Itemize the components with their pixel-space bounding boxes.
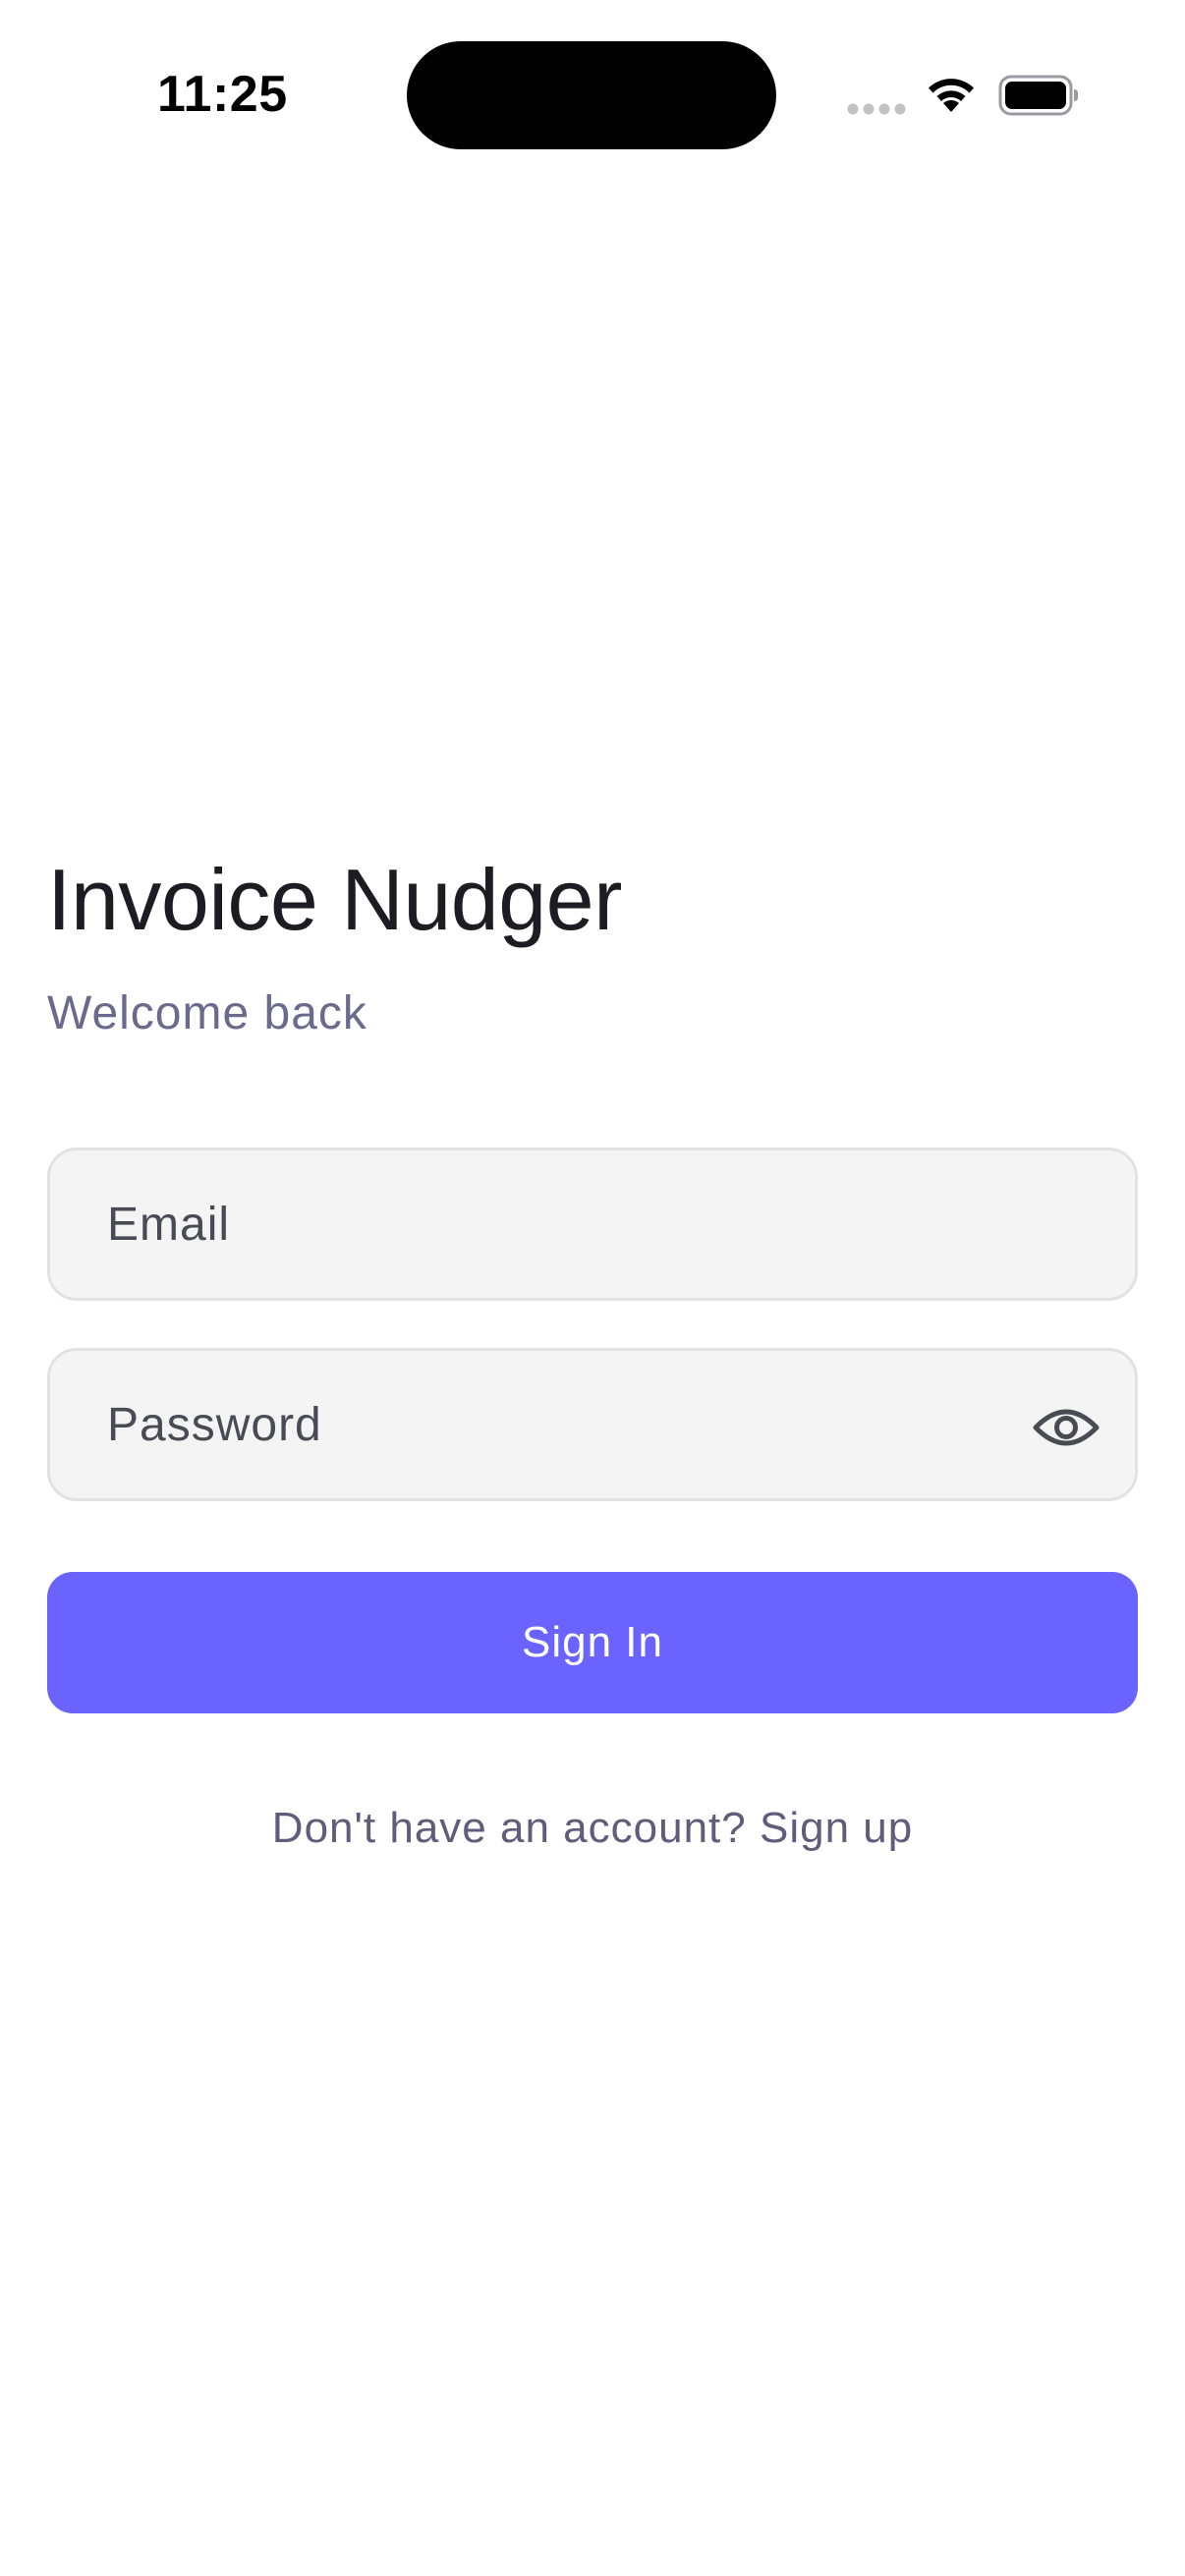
cellular-signal-icon — [847, 103, 906, 115]
eye-icon — [1033, 1409, 1100, 1446]
status-time: 11:25 — [157, 66, 288, 123]
sign-up-link[interactable]: Don't have an account? Sign up — [0, 1804, 1185, 1853]
battery-icon — [998, 75, 1078, 116]
status-bar: 11:25 — [0, 0, 1185, 196]
app-title: Invoice Nudger — [47, 851, 622, 948]
password-input[interactable] — [107, 1397, 991, 1452]
login-screen: 11:25 Invoice Nudger Welcome back Email … — [0, 0, 1185, 2576]
password-field[interactable] — [47, 1348, 1138, 1501]
wifi-icon — [929, 79, 974, 112]
welcome-subtitle: Welcome back — [47, 987, 367, 1039]
email-input[interactable] — [107, 1197, 991, 1252]
show-password-button[interactable] — [1033, 1394, 1100, 1461]
email-field[interactable] — [47, 1148, 1138, 1301]
sign-in-button[interactable]: Sign In — [47, 1572, 1138, 1713]
dynamic-island — [407, 41, 776, 149]
